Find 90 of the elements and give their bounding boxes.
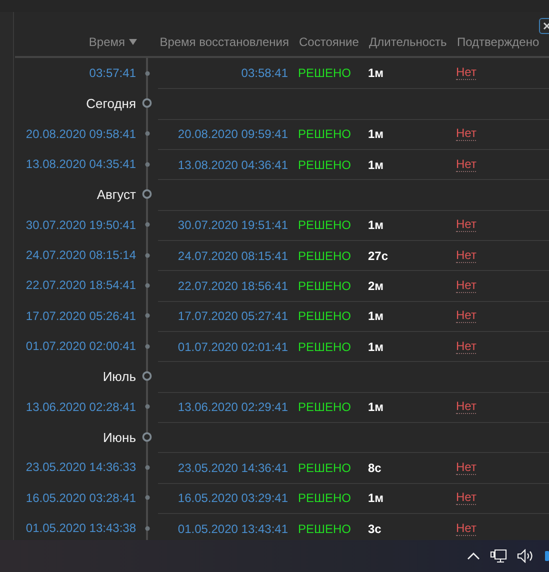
duration-text: 2м <box>368 278 385 293</box>
recovery-time: 30.07.2020 19:51:41 <box>178 218 288 232</box>
timeline-dot-icon <box>144 70 150 76</box>
event-time: 01.07.2020 02:00:41 <box>26 339 136 354</box>
event-time: 13.06.2020 02:28:41 <box>26 400 136 414</box>
timeline-dot-icon <box>144 526 150 531</box>
duration-text: 27с <box>368 248 390 263</box>
group-label: Июль <box>102 368 136 384</box>
column-header[interactable]: Время <box>88 35 125 49</box>
confirmed-link[interactable]: Нет <box>456 158 476 172</box>
network-icon[interactable] <box>490 549 507 563</box>
duration-text: 1м <box>368 340 385 354</box>
timeline-ring-icon <box>142 432 152 442</box>
timeline-dot-icon <box>144 162 150 167</box>
event-time: 20.08.2020 09:58:41 <box>26 126 136 141</box>
confirmed-link[interactable]: Нет <box>456 491 476 506</box>
column-header[interactable]: Время восстановления <box>160 35 289 56</box>
status-text: РЕШЕНО <box>298 66 352 80</box>
duration-text: 1м <box>368 218 385 232</box>
confirmed-link[interactable]: Нет <box>456 340 476 354</box>
timeline-ring-icon <box>142 189 152 200</box>
column-header[interactable]: Состояние <box>299 35 369 56</box>
confirmed-link[interactable]: Нет <box>456 127 476 142</box>
recovery-time: 13.06.2020 02:29:41 <box>178 400 288 414</box>
confirmed-link[interactable]: Нет <box>456 66 476 80</box>
group-label: Сегодня <box>86 96 136 111</box>
duration-text: 1м <box>368 491 385 506</box>
event-time: 16.05.2020 03:28:41 <box>26 490 136 505</box>
recovery-time: 13.08.2020 04:36:41 <box>178 158 288 172</box>
timeline-dot-icon <box>144 495 150 500</box>
recovery-time: 22.07.2020 18:56:41 <box>178 278 288 293</box>
recovery-time: 20.08.2020 09:59:41 <box>178 127 288 142</box>
recovery-time: 16.05.2020 03:29:41 <box>178 491 288 506</box>
event-time: 23.05.2020 14:36:33 <box>26 460 136 474</box>
event-time: 13.08.2020 04:35:41 <box>26 157 136 172</box>
recovery-time: 01.07.2020 02:01:41 <box>178 340 288 354</box>
speaker-icon[interactable] <box>517 549 535 563</box>
timeline-dot-icon <box>144 344 150 349</box>
confirmed-link[interactable]: Нет <box>456 400 476 414</box>
status-text: РЕШЕНО <box>298 248 352 263</box>
recovery-time: 23.05.2020 14:36:41 <box>178 460 288 475</box>
timeline-ring-icon <box>142 98 152 108</box>
timeline-dot-icon <box>144 252 150 258</box>
duration-text: 1м <box>368 66 385 80</box>
status-text: РЕШЕНО <box>298 460 352 475</box>
duration-text: 1м <box>368 309 385 324</box>
sort-descending-icon[interactable] <box>129 39 137 45</box>
duration-text: 1м <box>368 158 385 172</box>
status-text: РЕШЕНО <box>298 218 352 232</box>
duration-text: 3с <box>368 522 382 536</box>
event-time: 22.07.2020 18:54:41 <box>26 278 136 292</box>
timeline-dot-icon <box>144 222 150 228</box>
confirmed-link[interactable]: Нет <box>456 522 476 536</box>
status-text: РЕШЕНО <box>298 127 352 142</box>
close-icon <box>543 22 549 30</box>
status-text: РЕШЕНО <box>298 158 352 172</box>
recovery-time: 03:58:41 <box>241 66 288 80</box>
confirmed-link[interactable]: Нет <box>456 248 476 263</box>
timeline-dot-icon <box>144 131 150 136</box>
status-text: РЕШЕНО <box>298 309 352 324</box>
recovery-time: 24.07.2020 08:15:41 <box>178 248 288 263</box>
status-text: РЕШЕНО <box>298 278 352 293</box>
recovery-time: 17.07.2020 05:27:41 <box>178 309 288 324</box>
event-time: 03:57:41 <box>89 66 136 80</box>
column-header[interactable]: Длительность <box>369 35 457 56</box>
duration-text: 1м <box>368 400 385 414</box>
status-text: РЕШЕНО <box>298 400 352 414</box>
timeline-dot-icon <box>144 404 150 410</box>
column-header[interactable]: Подтверждено <box>457 35 549 56</box>
confirmed-link[interactable]: Нет <box>456 460 476 475</box>
timeline-dot-icon <box>144 464 150 470</box>
event-time: 01.05.2020 13:43:38 <box>26 521 136 536</box>
timeline-dot-icon <box>144 313 150 318</box>
timeline-dot-icon <box>144 282 150 288</box>
event-time: 17.07.2020 05:26:41 <box>26 308 136 323</box>
duration-text: 8с <box>368 460 382 475</box>
timeline-ring-icon <box>142 371 152 382</box>
duration-text: 1м <box>368 127 385 142</box>
group-label: Июнь <box>102 430 136 445</box>
confirmed-link[interactable]: Нет <box>456 278 476 293</box>
confirmed-link[interactable]: Нет <box>456 309 476 324</box>
status-text: РЕШЕНО <box>298 522 352 536</box>
group-label: Август <box>96 186 136 202</box>
chevron-up-icon[interactable] <box>467 552 480 560</box>
event-time: 30.07.2020 19:50:41 <box>26 218 136 232</box>
confirmed-link[interactable]: Нет <box>456 218 476 232</box>
event-time: 24.07.2020 08:15:14 <box>26 248 136 262</box>
recovery-time: 01.05.2020 13:43:41 <box>178 522 288 536</box>
status-text: РЕШЕНО <box>298 491 352 506</box>
status-text: РЕШЕНО <box>298 340 352 354</box>
